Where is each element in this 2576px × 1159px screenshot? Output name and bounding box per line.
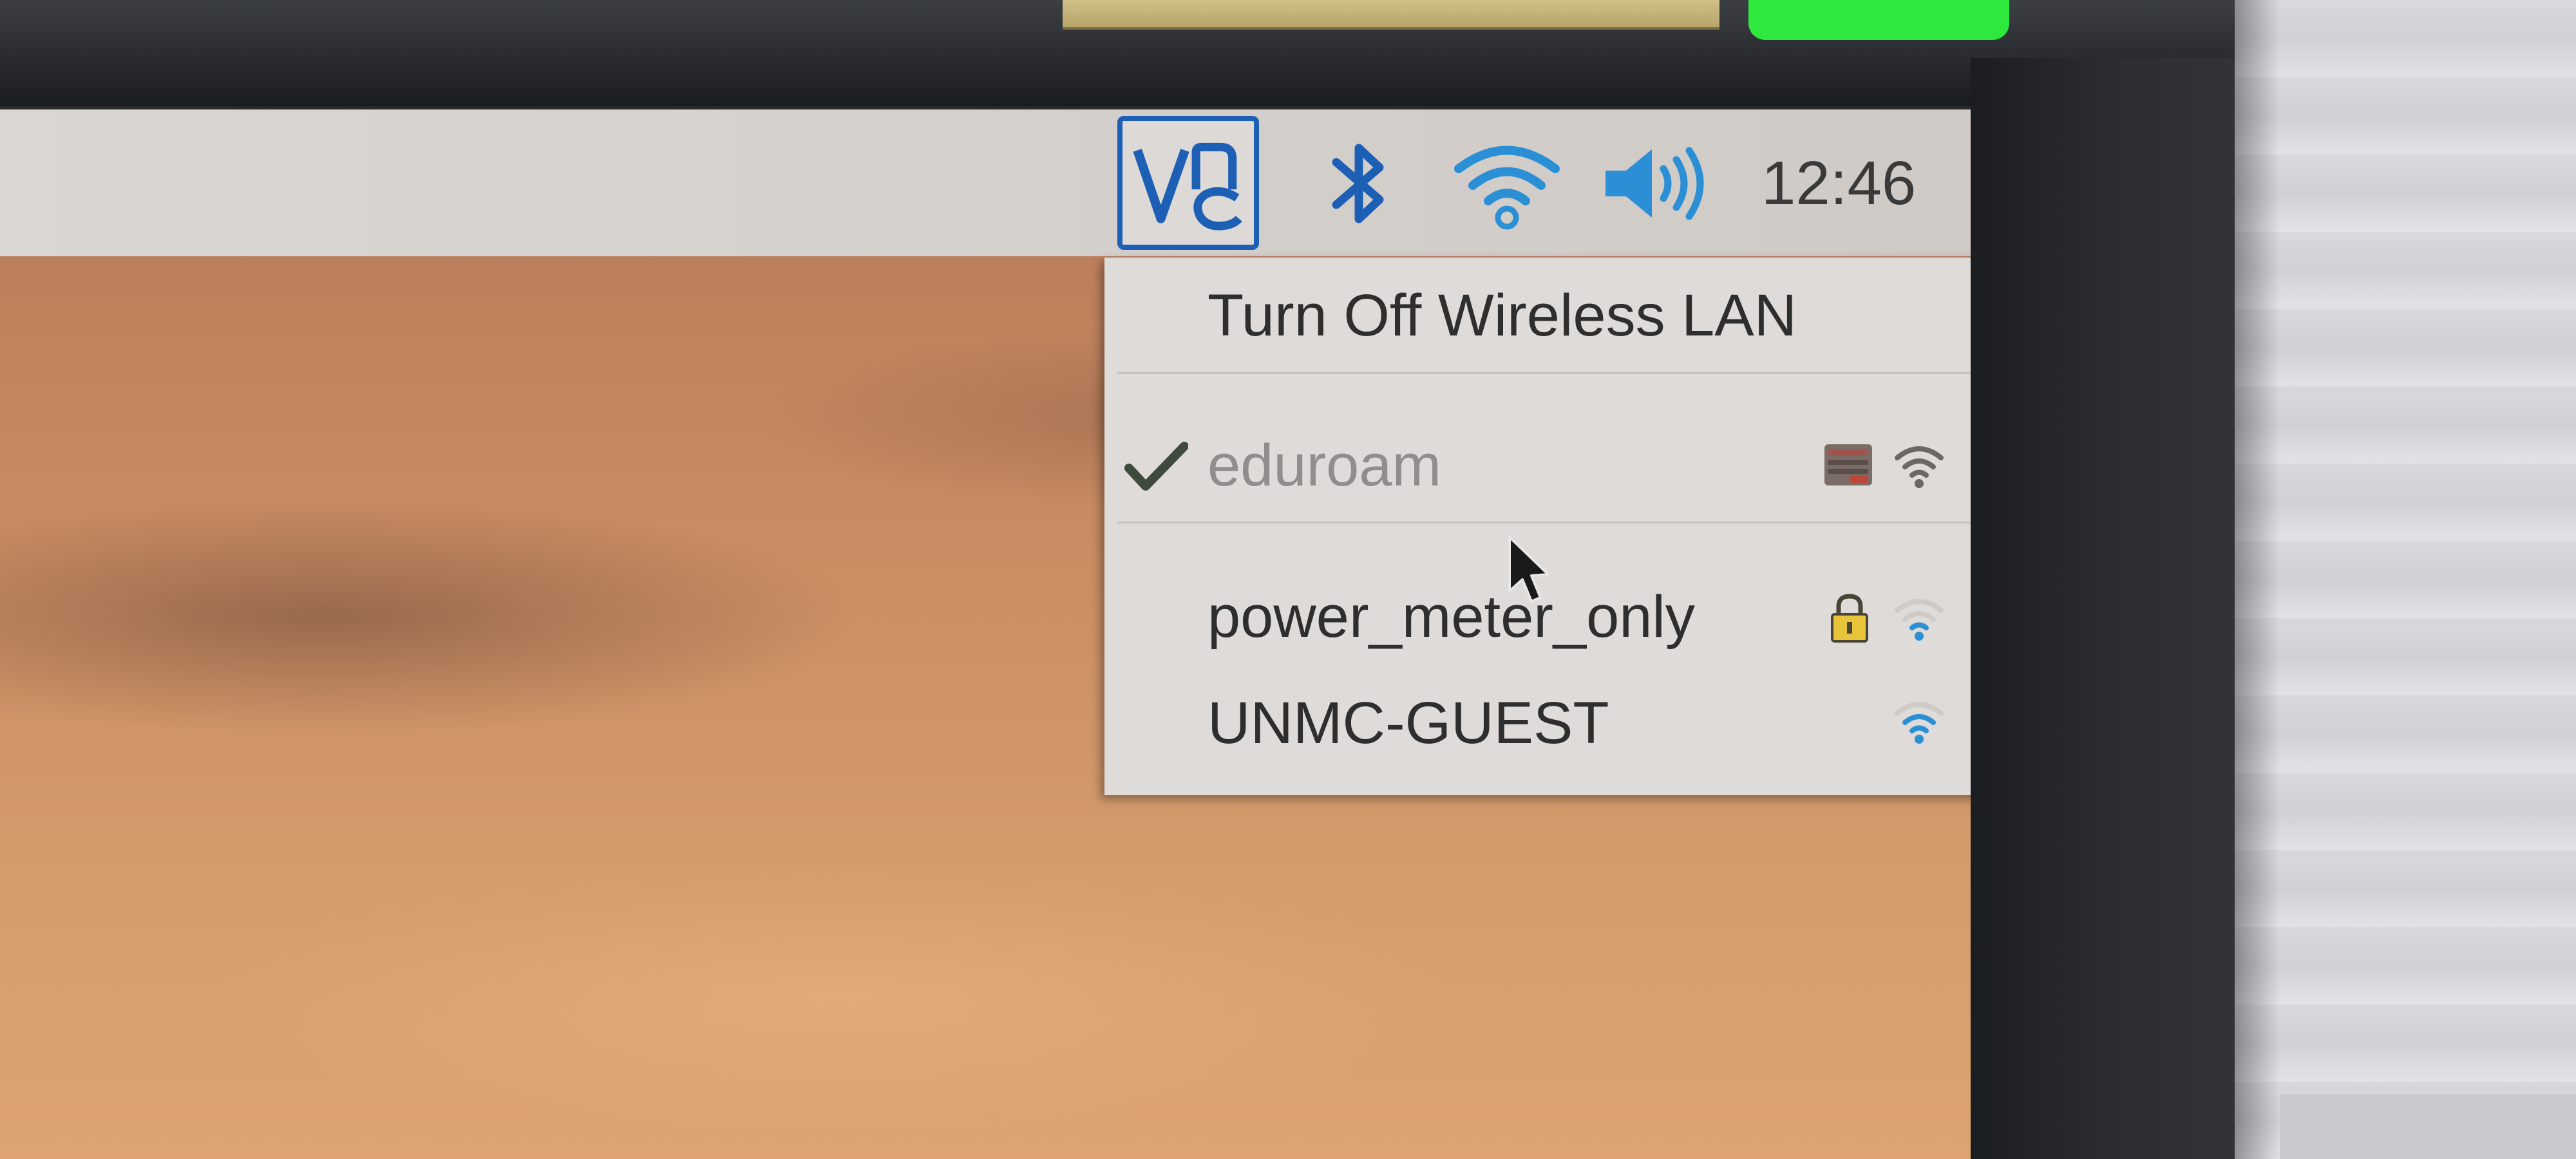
turn-off-wireless-lan-item[interactable]: Turn Off Wireless LAN [1104,265,1971,362]
gold-connector-strip [1063,0,1719,30]
network-ssid: UNMC-GUEST [1208,690,1609,756]
signal-strength-icon [1895,599,1944,641]
bluetooth-icon[interactable] [1320,135,1397,232]
signal-strength-icon [1895,702,1944,744]
green-indicator-light [1748,0,2009,40]
lock-icon [1831,594,1868,643]
signal-strength-icon [1895,446,1944,488]
wifi-icon[interactable] [1452,135,1562,232]
check-icon [1124,442,1188,491]
network-ssid: power_meter_only [1208,584,1695,650]
enterprise-security-icon [1824,444,1872,485]
vnc-glyph [1133,142,1242,231]
background-wall [2235,0,2576,1159]
network-item-unmc-guest[interactable]: UNMC-GUEST [1104,673,1971,769]
network-ssid: eduroam [1208,433,1442,498]
network-item-eduroam[interactable]: eduroam [1104,415,1971,512]
photo-scene: 12:46 Turn Off Wireless LAN eduroam powe… [0,0,2576,1159]
volume-icon[interactable] [1600,142,1710,225]
taskbar: 12:46 [0,109,1971,256]
clock[interactable]: 12:46 [1761,148,1916,219]
mouse-cursor-icon [1508,536,1549,603]
menu-divider [1117,522,1971,523]
wifi-dropdown-menu: Turn Off Wireless LAN eduroam power_mete… [1104,258,1971,795]
menu-divider [1117,372,1971,374]
vnc-icon[interactable] [1117,116,1259,250]
menu-item-label: Turn Off Wireless LAN [1208,283,1797,348]
screen: 12:46 Turn Off Wireless LAN eduroam powe… [0,109,1971,1159]
wall-shadow [2235,0,2280,1159]
wall-lower-edge [2280,1095,2576,1159]
